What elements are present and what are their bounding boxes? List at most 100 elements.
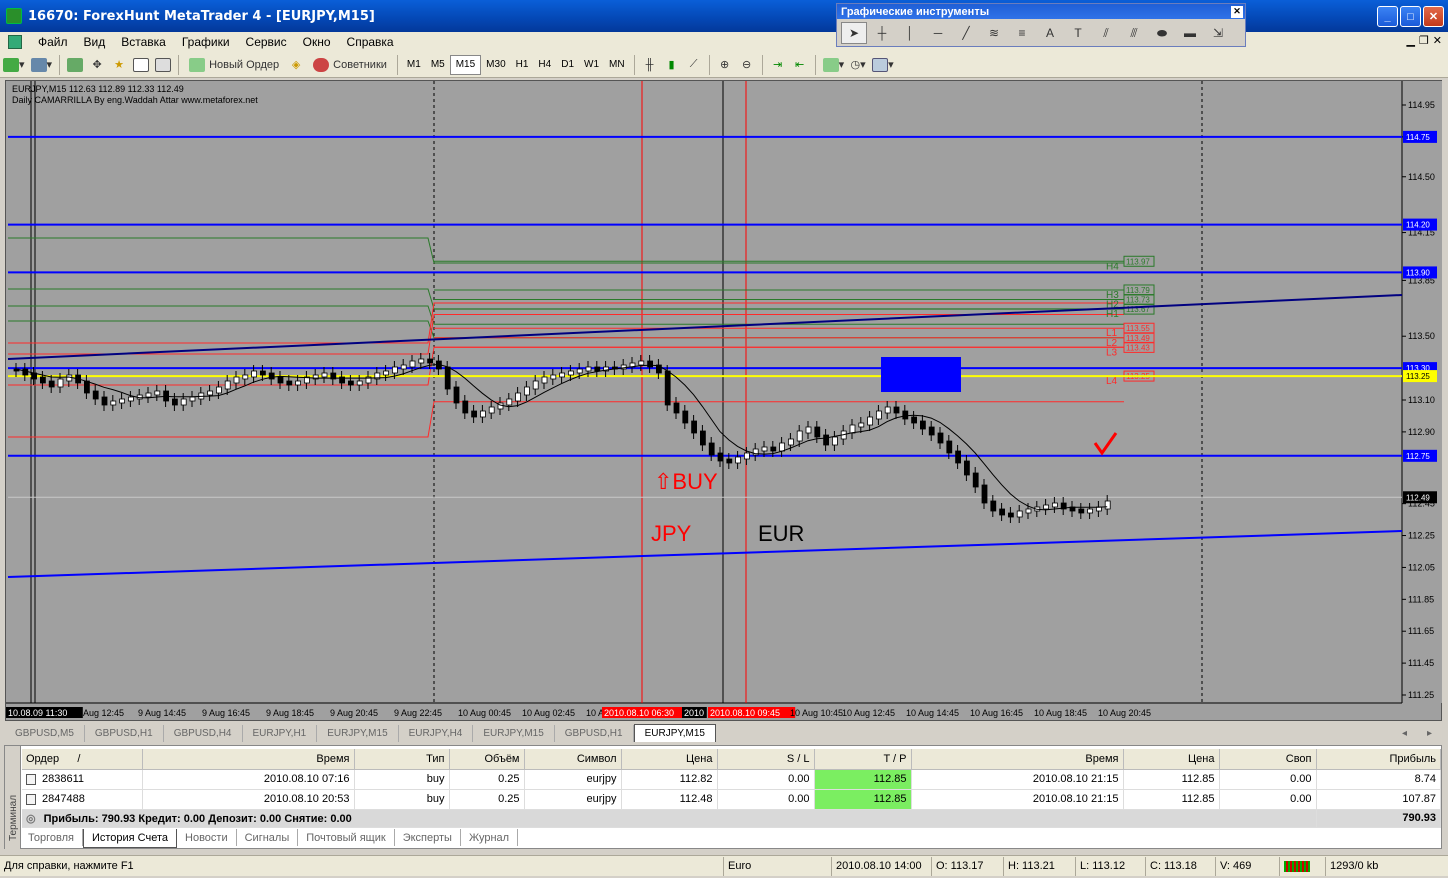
hline-icon[interactable]: ─ — [925, 22, 951, 44]
vline-icon[interactable]: │ — [897, 22, 923, 44]
menu-view[interactable]: Вид — [76, 35, 114, 49]
indicator-header: Daily CAMARRILLA By eng.Waddah Attar www… — [12, 95, 258, 105]
candle-body — [717, 452, 724, 462]
maximize-button[interactable]: □ — [1400, 6, 1421, 27]
rectangle-icon[interactable]: ▬ — [1177, 22, 1203, 44]
bar-chart-icon[interactable]: ╫ — [639, 54, 661, 76]
tab-trade[interactable]: Торговля — [20, 829, 83, 846]
zoom-out-icon[interactable]: ⊖ — [736, 54, 758, 76]
price-chart[interactable]: 114.95114.75114.50114.15113.85113.50113.… — [6, 81, 1442, 721]
chart-tab-eurjpy-h1[interactable]: EURJPY,H1 — [243, 725, 318, 742]
terminal-side-label: Терминал — [8, 794, 19, 841]
fibo-icon[interactable]: ≋ — [981, 22, 1007, 44]
chart-tab-gbpusd-h4[interactable]: GBPUSD,H4 — [164, 725, 243, 742]
mdi-minimize-icon[interactable]: ▁ — [1406, 34, 1414, 47]
channel-icon[interactable]: ≡ — [1009, 22, 1035, 44]
tf-m15[interactable]: M15 — [449, 54, 482, 75]
menu-tools[interactable]: Сервис — [238, 35, 295, 49]
col-order[interactable]: Ордер / — [22, 749, 143, 770]
candle-body — [682, 410, 689, 424]
tab-account-history[interactable]: История Счета — [82, 829, 178, 848]
mdi-restore-icon[interactable]: ❐ — [1419, 34, 1429, 47]
terminal-icon[interactable] — [130, 54, 152, 76]
col-type[interactable]: Тип — [354, 749, 450, 770]
tab-signals[interactable]: Сигналы — [237, 829, 299, 846]
tf-m1[interactable]: M1 — [402, 55, 426, 75]
chart-tab-gbpusd-h1[interactable]: GBPUSD,H1 — [85, 725, 164, 742]
mdi-close-icon[interactable]: ✕ — [1433, 34, 1442, 47]
minimize-button[interactable]: _ — [1377, 6, 1398, 27]
chart-area[interactable]: 114.95114.75114.50114.15113.85113.50113.… — [5, 80, 1442, 721]
trendline-icon[interactable]: ╱ — [953, 22, 979, 44]
tab-mailbox[interactable]: Почтовый ящик — [298, 829, 395, 846]
navigator-icon[interactable]: ✥ — [86, 54, 108, 76]
menu-charts[interactable]: Графики — [174, 35, 238, 49]
tab-journal[interactable]: Журнал — [461, 829, 519, 846]
col-volume[interactable]: Объём — [449, 749, 525, 770]
chart-tab-gbpusd-h1-2[interactable]: GBPUSD,H1 — [555, 725, 634, 742]
menu-help[interactable]: Справка — [339, 35, 402, 49]
tf-h4[interactable]: H4 — [533, 55, 556, 75]
tab-news[interactable]: Новости — [177, 829, 237, 846]
drawing-tools-header[interactable]: Графические инструменты ✕ — [837, 4, 1245, 19]
tf-m5[interactable]: M5 — [426, 55, 450, 75]
tf-h1[interactable]: H1 — [511, 55, 534, 75]
tester-icon[interactable] — [152, 54, 174, 76]
col-symbol[interactable]: Символ — [524, 749, 622, 770]
chart-shift-icon[interactable]: ⇤ — [789, 54, 811, 76]
templates-icon[interactable]: ▾ — [869, 54, 897, 76]
candle-body — [453, 386, 460, 404]
tab-experts[interactable]: Эксперты — [395, 829, 461, 846]
col-open-price[interactable]: Цена — [621, 749, 718, 770]
tf-d1[interactable]: D1 — [556, 55, 579, 75]
line-chart-icon[interactable]: ⟋ — [683, 54, 705, 76]
new-order-button[interactable]: Новый Ордер — [183, 54, 285, 76]
tf-m30[interactable]: M30 — [481, 55, 510, 75]
chart-window-icon[interactable] — [8, 35, 22, 49]
autoscroll-icon[interactable]: ⇥ — [767, 54, 789, 76]
tabs-scroll-left-icon[interactable]: ◂ — [1392, 725, 1417, 742]
tabs-scroll-right-icon[interactable]: ▸ — [1417, 725, 1442, 742]
col-open-time[interactable]: Время — [142, 749, 355, 770]
label-icon[interactable]: T — [1065, 22, 1091, 44]
metaeditor-icon[interactable]: ◈ — [285, 54, 307, 76]
gann-icon[interactable]: ⫽ — [1093, 22, 1119, 44]
market-watch-icon[interactable] — [64, 54, 86, 76]
crosshair-icon[interactable]: ┼ — [869, 22, 895, 44]
col-swap[interactable]: Своп — [1219, 749, 1317, 770]
ellipse-icon[interactable]: ⬬ — [1149, 22, 1175, 44]
table-row[interactable]: 2838611 2010.08.10 07:16 buy 0.25 eurjpy… — [22, 769, 1441, 790]
col-profit[interactable]: Прибыль — [1316, 749, 1441, 770]
periods-icon[interactable]: ◷▾ — [847, 54, 869, 76]
arrows-icon[interactable]: ⇲ — [1205, 22, 1231, 44]
indicators-icon[interactable]: ▾ — [820, 54, 848, 76]
tf-mn[interactable]: MN — [604, 55, 630, 75]
chart-tab-gbpusd-m5[interactable]: GBPUSD,M5 — [5, 725, 85, 742]
chart-tab-eurjpy-m15-active[interactable]: EURJPY,M15 — [633, 724, 716, 742]
experts-button[interactable]: Советники — [307, 54, 393, 76]
col-sl[interactable]: S / L — [717, 749, 815, 770]
chart-tab-eurjpy-m15[interactable]: EURJPY,M15 — [317, 725, 399, 742]
menu-window[interactable]: Окно — [295, 35, 339, 49]
zoom-in-icon[interactable]: ⊕ — [714, 54, 736, 76]
col-close-price[interactable]: Цена — [1123, 749, 1220, 770]
col-tp[interactable]: T / P — [814, 749, 912, 770]
tf-w1[interactable]: W1 — [579, 55, 604, 75]
cursor-icon[interactable]: ➤ — [841, 22, 867, 44]
fibo-fan-icon[interactable]: ⫻ — [1121, 22, 1147, 44]
menu-file[interactable]: Файл — [30, 35, 76, 49]
close-button[interactable]: ✕ — [1423, 6, 1444, 27]
table-row[interactable]: 2847488 2010.08.10 20:53 buy 0.25 eurjpy… — [22, 789, 1441, 810]
time-tick-label: 9 Aug 18:45 — [266, 708, 314, 718]
profiles-icon[interactable]: ▾ — [28, 54, 56, 76]
menu-insert[interactable]: Вставка — [113, 35, 174, 49]
chart-tab-eurjpy-h4[interactable]: EURJPY,H4 — [399, 725, 474, 742]
candlestick-icon[interactable]: ▮ — [661, 54, 683, 76]
chart-tab-eurjpy-m15-2[interactable]: EURJPY,M15 — [473, 725, 555, 742]
new-chart-icon[interactable]: ▾ — [0, 54, 28, 76]
text-icon[interactable]: A — [1037, 22, 1063, 44]
favorites-icon[interactable]: ★ — [108, 54, 130, 76]
drawing-tools-close-button[interactable]: ✕ — [1231, 5, 1243, 18]
price-tick-label: 114.50 — [1408, 172, 1435, 182]
col-close-time[interactable]: Время — [911, 749, 1124, 770]
